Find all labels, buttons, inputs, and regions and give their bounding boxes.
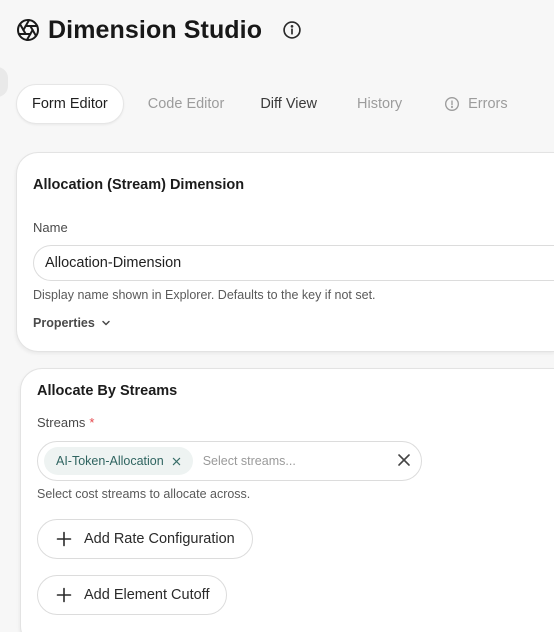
properties-toggle[interactable]: Properties <box>33 316 111 330</box>
info-button[interactable] <box>282 20 302 40</box>
tab-diff-view[interactable]: Diff View <box>260 84 317 124</box>
remove-chip-icon[interactable] <box>172 457 181 466</box>
aperture-logo-icon <box>17 19 39 41</box>
name-label: Name <box>33 220 68 235</box>
stream-chip-label: AI-Token-Allocation <box>56 454 164 468</box>
plus-icon <box>56 531 72 547</box>
tab-errors-label: Errors <box>468 96 508 112</box>
name-input[interactable]: Allocation-Dimension <box>33 245 554 281</box>
editor-tabs: Form Editor Code Editor Diff View Histor… <box>16 84 508 124</box>
add-element-cutoff-button[interactable]: Add Element Cutoff <box>37 575 228 615</box>
sidebar-handle[interactable] <box>0 67 8 97</box>
clear-selection-icon[interactable] <box>397 453 411 467</box>
add-rate-configuration-button[interactable]: Add Rate Configuration <box>37 519 253 559</box>
dimension-card-title: Allocation (Stream) Dimension <box>33 177 245 193</box>
stream-chip: AI-Token-Allocation <box>44 447 193 475</box>
streams-label: Streams * <box>37 415 94 430</box>
app-header: Dimension Studio <box>16 14 302 46</box>
tab-form-editor[interactable]: Form Editor <box>16 84 124 124</box>
streams-label-text: Streams <box>37 415 86 430</box>
add-element-cutoff-label: Add Element Cutoff <box>84 587 210 603</box>
streams-card-title: Allocate By Streams <box>37 383 178 399</box>
alert-circle-icon <box>445 97 460 111</box>
add-rate-configuration-label: Add Rate Configuration <box>84 531 235 547</box>
chevron-down-icon <box>102 320 110 326</box>
name-help-text: Display name shown in Explorer. Defaults… <box>33 288 376 302</box>
tab-errors[interactable]: Errors <box>444 84 508 124</box>
dimension-card: Allocation (Stream) Dimension Name Alloc… <box>16 152 554 352</box>
app-root: Dimension Studio Form Editor Code Editor… <box>0 0 554 632</box>
app-title: Dimension Studio <box>48 15 263 44</box>
plus-icon <box>56 587 72 603</box>
streams-search-input[interactable] <box>202 454 353 468</box>
tab-history[interactable]: History <box>357 84 402 124</box>
streams-card: Allocate By Streams Streams * AI-Token-Al… <box>20 368 554 632</box>
tab-code-editor[interactable]: Code Editor <box>148 84 225 124</box>
info-icon <box>283 21 301 39</box>
streams-help-text: Select cost streams to allocate across. <box>37 487 251 501</box>
streams-select[interactable]: AI-Token-Allocation <box>37 441 422 481</box>
properties-label: Properties <box>33 316 95 330</box>
required-marker: * <box>89 415 95 430</box>
